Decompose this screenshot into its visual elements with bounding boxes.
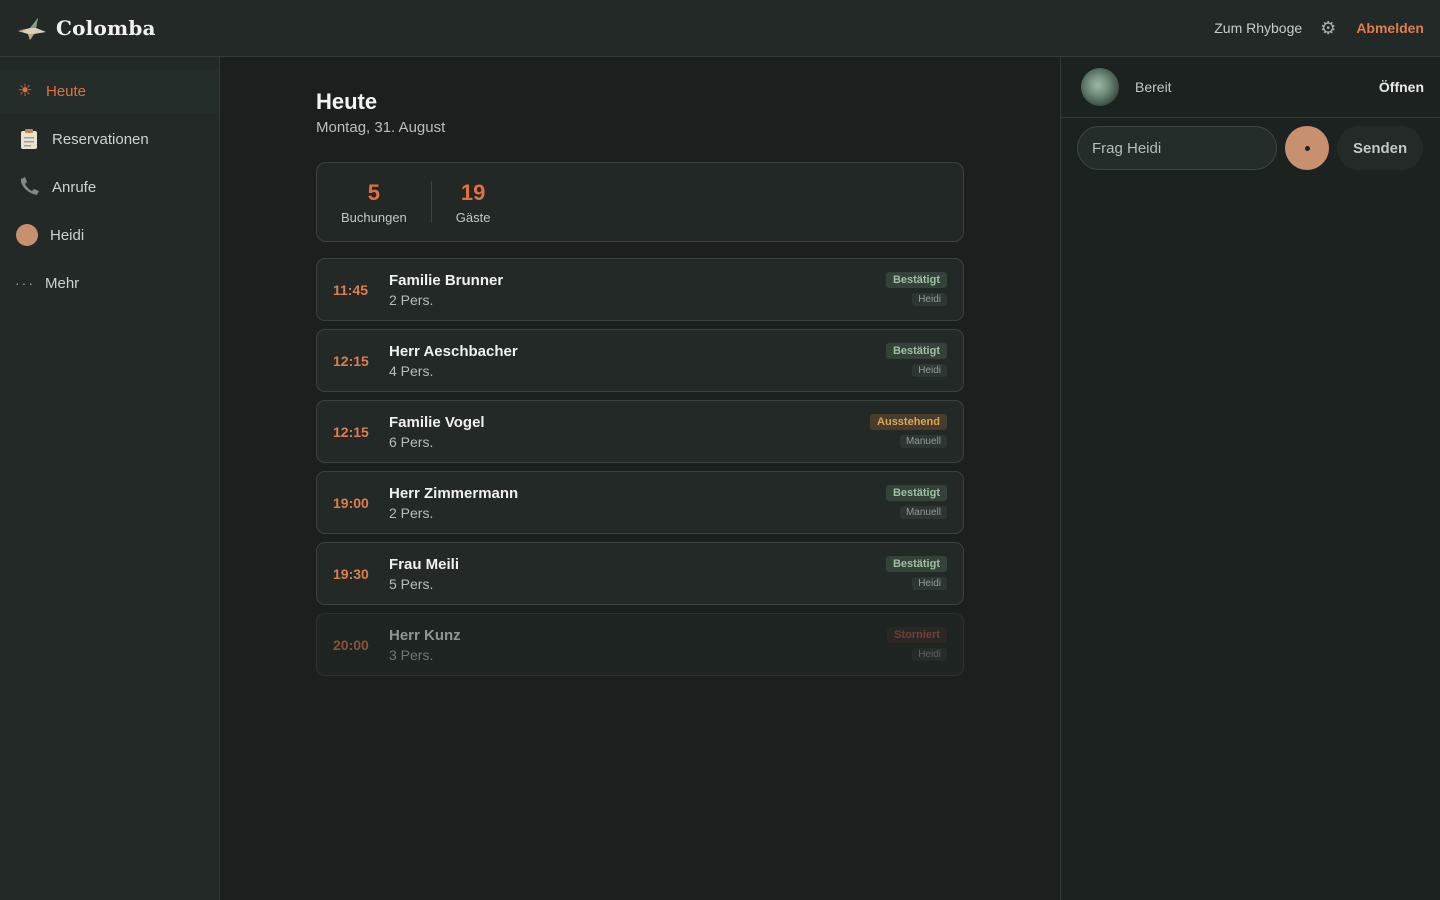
dove-logo-icon [18,18,46,40]
zum-rhyboge-link[interactable]: Zum Rhyboge [1214,20,1302,36]
sidebar-item-mehr[interactable]: ··· Mehr [0,261,219,305]
reservation-name: Familie Brunner [389,271,504,289]
reservation-party-size: 4 Pers. [389,362,434,379]
reservation-row[interactable]: 11:45 Familie Brunner 2 Pers. Bestätigt … [316,258,964,321]
brand[interactable]: Colomba [16,14,156,42]
sidebar-item-anrufe[interactable]: Anrufe [0,165,219,209]
reservation-party-size: 6 Pers. [389,433,434,450]
stats-card: 5 Buchungen 19 Gäste [316,162,964,242]
top-bar: Colomba Zum Rhyboge ⚙ Abmelden [0,0,1440,57]
chat-row: Senden [1061,118,1440,170]
sidebar: ☀ Heute Reservationen Anrufe Heidi ··· M… [0,57,220,900]
source-badge: Manuell [899,506,947,519]
source-badge: Heidi [912,577,947,590]
page-date: Montag, 31. August [316,119,446,136]
voice-button[interactable] [1285,126,1329,170]
reservation-name: Herr Kunz [389,626,461,644]
status-badge: Ausstehend [870,414,947,430]
status-badge: Bestätigt [885,272,947,288]
source-badge: Heidi [912,364,947,377]
open-button[interactable]: Öffnen [1379,79,1424,95]
sidebar-item-label: Mehr [45,274,80,292]
stat-value: 19 [460,179,486,205]
source-badge: Heidi [912,648,947,661]
sidebar-item-label: Anrufe [52,178,97,196]
chat-input[interactable] [1077,126,1277,170]
sidebar-item-label: Heidi [50,226,85,244]
reservation-time: 11:45 [333,281,369,298]
reservation-row[interactable]: 19:00 Herr Zimmermann 2 Pers. Bestätigt … [316,471,964,534]
reservation-party-size: 5 Pers. [389,575,434,592]
status-badge: Bestätigt [885,343,947,359]
sidebar-item-heute[interactable]: ☀ Heute [0,69,219,113]
main-content: Heute Montag, 31. August 5 Buchungen 19 … [220,57,1060,900]
reservation-name: Familie Vogel [389,413,485,431]
panel-header: Bereit Öffnen [1061,57,1440,118]
stat-gaeste: 19 Gäste [456,180,491,225]
reservation-party-size: 2 Pers. [389,504,434,521]
sidebar-item-heidi[interactable]: Heidi [0,213,219,257]
reservation-row[interactable]: 20:00 Herr Kunz 3 Pers. Storniert Heidi [316,613,964,676]
reservation-name: Herr Zimmermann [389,484,519,502]
reservation-time: 12:15 [333,423,369,440]
heidi-avatar-icon [16,224,38,246]
heidi-panel: Bereit Öffnen Senden [1060,57,1440,900]
reservation-party-size: 2 Pers. [389,291,434,308]
stat-buchungen: 5 Buchungen [341,180,407,225]
source-badge: Heidi [912,293,947,306]
record-dot-icon [1304,145,1310,151]
reservation-time: 20:00 [333,636,369,653]
stat-label: Gäste [455,209,491,225]
gear-icon[interactable]: ⚙ [1320,19,1336,37]
status-badge: Storniert [887,627,947,643]
phone-icon [16,176,42,198]
logout-button[interactable]: Abmelden [1356,20,1424,36]
more-dots-icon: ··· [15,275,35,291]
sidebar-item-reservationen[interactable]: Reservationen [0,117,219,161]
reservation-time: 19:00 [333,494,369,511]
stat-divider [430,181,432,223]
source-badge: Manuell [899,435,947,448]
sidebar-item-label: Reservationen [52,130,149,148]
page-title: Heute [316,89,378,114]
reservation-time: 12:15 [333,352,369,369]
status-badge: Bestätigt [885,556,947,572]
clipboard-icon [16,128,42,150]
status-badge: Bestätigt [885,485,947,501]
app-name: Colomba [56,16,156,40]
sidebar-item-label: Heute [46,82,87,100]
reservation-row[interactable]: 12:15 Herr Aeschbacher 4 Pers. Bestätigt… [316,329,964,392]
stat-label: Buchungen [341,209,407,225]
reservation-name: Herr Aeschbacher [389,342,518,360]
stat-value: 5 [367,179,381,205]
assistant-status: Bereit [1135,79,1172,95]
reservation-row[interactable]: 19:30 Frau Meili 5 Pers. Bestätigt Heidi [316,542,964,605]
reservation-list: 11:45 Familie Brunner 2 Pers. Bestätigt … [316,258,964,684]
heidi-orb-icon [1081,68,1119,106]
reservation-time: 19:30 [333,565,369,582]
reservation-row[interactable]: 12:15 Familie Vogel 6 Pers. Ausstehend M… [316,400,964,463]
send-button[interactable]: Senden [1337,126,1424,170]
reservation-party-size: 3 Pers. [389,646,434,663]
sun-icon: ☀ [17,81,33,100]
reservation-name: Frau Meili [389,555,460,573]
